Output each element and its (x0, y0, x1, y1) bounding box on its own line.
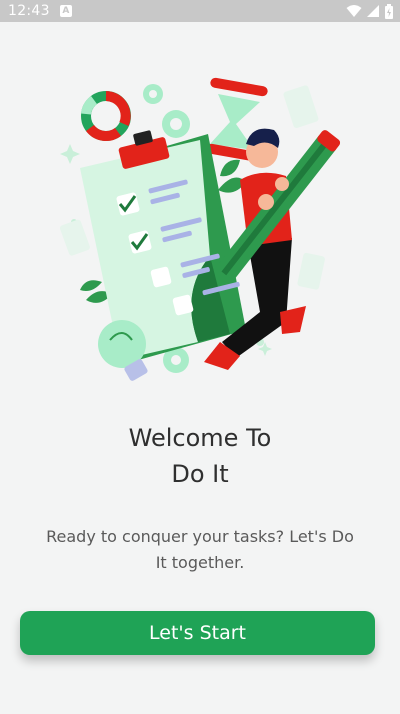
signal-icon (367, 5, 379, 17)
status-left: 12:43 A (8, 3, 72, 19)
subtitle-text: Ready to conquer your tasks? Let's Do It… (46, 527, 354, 572)
title-line-2: Do It (171, 460, 229, 488)
a-letter-icon: A (59, 5, 72, 17)
lets-start-button[interactable]: Let's Start (20, 611, 375, 655)
title-line-1: Welcome To (128, 424, 272, 452)
page-title: Welcome To Do It (0, 420, 400, 492)
status-bar: 12:43 A (0, 0, 400, 22)
wifi-icon (346, 5, 362, 17)
status-time: 12:43 (8, 3, 50, 19)
donut-chart-icon (81, 91, 131, 141)
battery-icon (385, 3, 393, 19)
status-right (346, 3, 394, 19)
person-checklist-pencil-illustration (60, 77, 341, 381)
